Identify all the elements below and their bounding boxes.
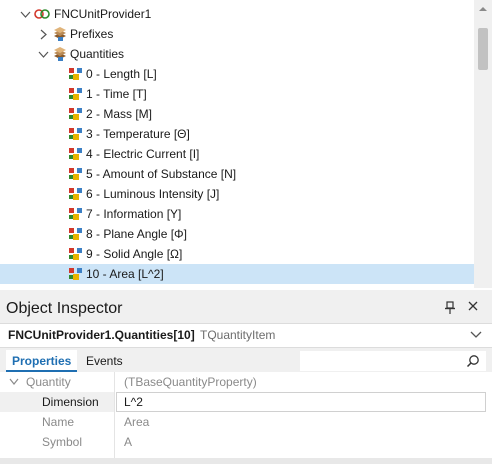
quantity-item-icon xyxy=(69,168,82,180)
property-row-quantity[interactable]: Quantity (TBaseQuantityProperty) xyxy=(0,372,492,392)
quantity-item-icon xyxy=(69,128,82,140)
property-value-editor[interactable] xyxy=(116,392,486,412)
tree-node-quantity-item[interactable]: 8 - Plane Angle [Φ] xyxy=(0,224,474,244)
tree-node-quantity-label: 4 - Electric Current [I] xyxy=(86,147,200,161)
unit-provider-icon xyxy=(34,9,50,19)
tree-node-prefixes-label: Prefixes xyxy=(70,27,114,41)
tree-node-quantity-label: 2 - Mass [M] xyxy=(86,107,153,121)
property-value[interactable]: L^2 xyxy=(124,392,143,412)
grid-column-divider[interactable] xyxy=(114,372,115,464)
collection-icon xyxy=(54,47,66,61)
inspector-tabs: Properties Events xyxy=(0,350,492,372)
tree-scrollbar[interactable] xyxy=(474,0,492,288)
property-name: Dimension xyxy=(0,392,114,412)
pin-icon[interactable] xyxy=(444,301,456,315)
expand-open-icon[interactable] xyxy=(38,49,49,60)
scrollbar-thumb[interactable] xyxy=(478,28,488,70)
tree-node-prefixes[interactable]: Prefixes xyxy=(0,24,474,44)
quantity-item-icon xyxy=(69,88,82,100)
tree-node-quantity-item[interactable]: 9 - Solid Angle [Ω] xyxy=(0,244,474,264)
tree-node-quantity-label: 5 - Amount of Substance [N] xyxy=(86,167,237,181)
expand-open-icon[interactable] xyxy=(20,9,31,20)
tree-node-quantity-label: 6 - Luminous Intensity [J] xyxy=(86,187,220,201)
quantity-item-icon xyxy=(69,148,82,160)
tree-node-quantity-item[interactable]: 7 - Information [Y] xyxy=(0,204,474,224)
property-value[interactable]: (TBaseQuantityProperty) xyxy=(124,372,257,392)
object-selector[interactable]: FNCUnitProvider1.Quantities[10] TQuantit… xyxy=(0,323,492,348)
horizontal-scrollbar[interactable] xyxy=(0,458,492,464)
tree-node-quantity-item[interactable]: 5 - Amount of Substance [N] xyxy=(0,164,474,184)
property-value[interactable]: A xyxy=(124,432,132,452)
quantity-item-icon xyxy=(69,68,82,80)
object-inspector: Object Inspector FNCUnitProvider1.Quanti… xyxy=(0,290,492,464)
property-search-input[interactable] xyxy=(300,351,486,371)
tree-node-quantity-item[interactable]: 0 - Length [L] xyxy=(0,64,474,84)
tree-node-quantity-label: 3 - Temperature [Θ] xyxy=(86,127,190,141)
inspector-title: Object Inspector xyxy=(6,300,123,317)
tree-node-quantities[interactable]: Quantities xyxy=(0,44,474,64)
property-row-symbol[interactable]: Symbol A xyxy=(0,432,492,452)
quantity-item-icon xyxy=(69,228,82,240)
property-grid[interactable]: Quantity (TBaseQuantityProperty) Dimensi… xyxy=(0,372,492,464)
property-row-name[interactable]: Name Area xyxy=(0,412,492,432)
tree-node-quantity-item[interactable]: 2 - Mass [M] xyxy=(0,104,474,124)
quantity-item-icon xyxy=(69,108,82,120)
collection-icon xyxy=(54,27,66,41)
expand-closed-icon[interactable] xyxy=(38,29,49,40)
tree-node-quantity-item[interactable]: 10 - Area [L^2] xyxy=(0,264,474,284)
tree-node-quantity-item[interactable]: 4 - Electric Current [I] xyxy=(0,144,474,164)
tree-node-quantity-label: 10 - Area [L^2] xyxy=(86,267,164,281)
tree-node-quantity-label: 0 - Length [L] xyxy=(86,67,157,81)
structure-tree[interactable]: FNCUnitProvider1 Prefixes Quantities 0 -… xyxy=(0,0,492,288)
property-name: Quantity xyxy=(26,375,71,389)
selected-object-name: FNCUnitProvider1.Quantities[10] xyxy=(8,328,195,342)
property-name: Name xyxy=(42,415,75,429)
tree-node-quantity-label: 9 - Solid Angle [Ω] xyxy=(86,247,183,261)
close-icon[interactable] xyxy=(466,299,480,313)
property-name: Symbol xyxy=(42,435,83,449)
chevron-down-icon[interactable] xyxy=(470,331,482,339)
tree-node-quantity-item[interactable]: 6 - Luminous Intensity [J] xyxy=(0,184,474,204)
tab-properties[interactable]: Properties xyxy=(6,350,78,372)
quantity-item-icon xyxy=(69,248,82,260)
search-icon[interactable] xyxy=(466,354,480,368)
tree-node-quantity-item[interactable]: 3 - Temperature [Θ] xyxy=(0,124,474,144)
tab-events[interactable]: Events xyxy=(80,350,129,372)
property-value[interactable]: Area xyxy=(124,412,149,432)
property-row-dimension[interactable]: Dimension L^2 xyxy=(0,392,492,412)
tree-node-root-label: FNCUnitProvider1 xyxy=(54,7,152,21)
expand-open-icon[interactable] xyxy=(9,378,19,386)
tree-node-quantities-label: Quantities xyxy=(70,47,125,61)
tree-node-root[interactable]: FNCUnitProvider1 xyxy=(0,4,474,24)
quantity-item-icon xyxy=(69,268,82,280)
quantity-item-icon xyxy=(69,188,82,200)
tree-node-quantity-label: 7 - Information [Y] xyxy=(86,207,182,221)
tree-node-quantity-label: 8 - Plane Angle [Φ] xyxy=(86,227,187,241)
tree-node-quantity-item[interactable]: 1 - Time [T] xyxy=(0,84,474,104)
quantity-item-icon xyxy=(69,208,82,220)
selected-object-type: TQuantityItem xyxy=(200,328,276,342)
scroll-up-icon[interactable] xyxy=(479,6,487,12)
tree-node-quantity-label: 1 - Time [T] xyxy=(86,87,147,101)
